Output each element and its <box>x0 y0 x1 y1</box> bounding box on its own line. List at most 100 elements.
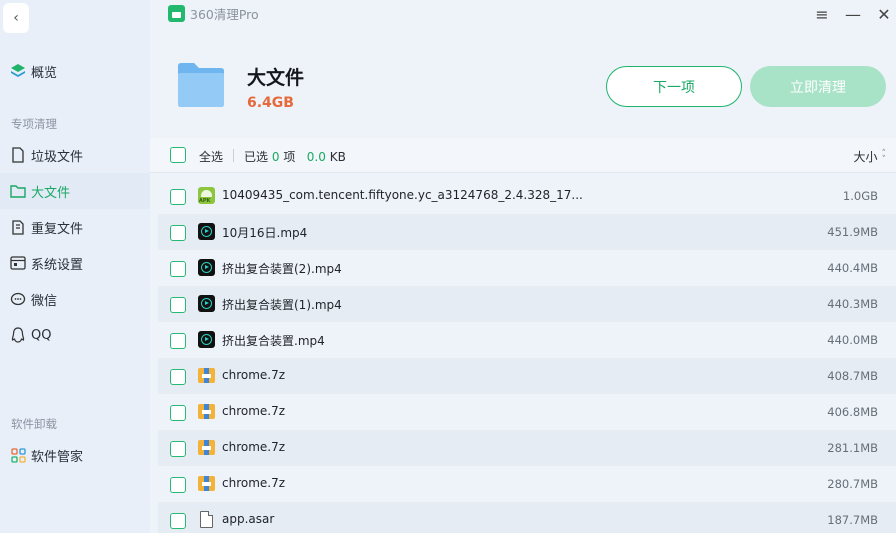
table-row[interactable]: chrome.7z 408.7MB <box>158 358 896 394</box>
file-name: 10月16日.mp4 <box>222 226 308 240</box>
window-title: 360清理Pro <box>168 4 259 23</box>
table-row[interactable]: chrome.7z 281.1MB <box>158 430 896 466</box>
close-icon: ✕ <box>877 4 891 24</box>
app-grid-icon <box>10 447 26 463</box>
count-unit: 项 <box>283 150 296 164</box>
row-checkbox[interactable] <box>170 261 186 277</box>
sidebar-item-large-files[interactable]: 大文件 <box>0 173 150 209</box>
table-row[interactable]: 挤出复合装置(1).mp4 440.3MB <box>158 286 896 322</box>
minimize-button[interactable]: — <box>842 3 864 25</box>
file-name: 挤出复合装置(2).mp4 <box>222 262 342 276</box>
folder-icon <box>10 183 26 199</box>
settings-window-icon <box>10 255 26 271</box>
sidebar-item-software-manager[interactable]: 软件管家 <box>0 437 150 473</box>
layers-icon <box>10 63 26 79</box>
select-all-checkbox[interactable] <box>170 147 186 163</box>
hamburger-icon: ≡ <box>815 4 829 24</box>
table-row[interactable]: chrome.7z 280.7MB <box>158 466 896 502</box>
file-name: 挤出复合装置(1).mp4 <box>222 298 342 312</box>
select-all-label[interactable]: 全选 <box>199 148 223 165</box>
file-name: chrome.7z <box>222 368 286 382</box>
file-name: 挤出复合装置.mp4 <box>222 334 325 348</box>
file-size: 408.7MB <box>827 369 878 383</box>
file-size: 187.7MB <box>827 513 878 527</box>
file-name: app.asar <box>222 512 275 526</box>
sidebar-item-qq[interactable]: QQ <box>0 317 150 353</box>
next-item-button[interactable]: 下一项 <box>606 66 742 107</box>
sidebar-item-label: 微信 <box>31 293 58 309</box>
app-logo-icon <box>168 5 185 22</box>
total-size: 6.4GB <box>247 95 294 111</box>
sort-arrows-icon: ˄ ˅ <box>881 148 887 165</box>
file-name: chrome.7z <box>222 404 286 418</box>
archive-file-icon <box>198 439 215 456</box>
qq-icon <box>10 327 26 343</box>
sidebar-item-label: 系统设置 <box>31 257 84 273</box>
table-row[interactable]: 挤出复合装置.mp4 440.0MB <box>158 322 896 358</box>
close-button[interactable]: ✕ <box>873 3 895 25</box>
sidebar-item-label: 重复文件 <box>31 221 84 237</box>
file-size: 440.4MB <box>827 261 878 275</box>
sidebar-item-duplicate-files[interactable]: 重复文件 <box>0 209 150 245</box>
app-title-text: 360清理Pro <box>190 7 259 22</box>
clean-now-button[interactable]: 立即清理 <box>750 66 886 107</box>
duplicate-file-icon <box>10 219 26 235</box>
archive-file-icon <box>198 475 215 492</box>
size-unit: KB <box>329 150 346 164</box>
back-button[interactable]: ‹ <box>3 3 29 33</box>
sidebar-item-label: 软件管家 <box>31 449 84 465</box>
row-checkbox[interactable] <box>170 297 186 313</box>
sidebar-item-wechat[interactable]: 微信 <box>0 281 150 317</box>
sidebar-item-label: 垃圾文件 <box>31 149 84 165</box>
chevron-left-icon: ‹ <box>13 10 19 26</box>
video-file-icon <box>198 259 215 276</box>
table-row[interactable]: 10月16日.mp4 451.9MB <box>158 214 896 250</box>
row-checkbox[interactable] <box>170 441 186 457</box>
page-title: 大文件 <box>247 67 305 89</box>
sidebar-item-overview[interactable]: 概览 <box>0 53 150 89</box>
row-checkbox[interactable] <box>170 477 186 493</box>
divider <box>233 149 234 162</box>
selected-count: 0 <box>271 150 280 164</box>
sidebar-item-junk-files[interactable]: 垃圾文件 <box>0 137 150 173</box>
menu-button[interactable]: ≡ <box>811 3 833 25</box>
file-list: 10409435_com.tencent.fiftyone.yc_a312476… <box>158 178 896 533</box>
selection-summary: 已选 0 项 0.0 KB <box>244 148 346 165</box>
table-row[interactable]: 挤出复合装置(2).mp4 440.4MB <box>158 250 896 286</box>
file-size: 281.1MB <box>827 441 878 455</box>
row-checkbox[interactable] <box>170 405 186 421</box>
row-checkbox[interactable] <box>170 333 186 349</box>
sidebar-item-system-settings[interactable]: 系统设置 <box>0 245 150 281</box>
video-file-icon <box>198 331 215 348</box>
video-file-icon <box>198 223 215 240</box>
row-checkbox[interactable] <box>170 369 186 385</box>
selected-prefix: 已选 <box>244 150 269 164</box>
file-size: 406.8MB <box>827 405 878 419</box>
file-size: 440.3MB <box>827 297 878 311</box>
section-label-uninstall: 软件卸载 <box>11 417 57 431</box>
archive-file-icon <box>198 403 215 420</box>
row-checkbox[interactable] <box>170 189 186 205</box>
sidebar: ‹ 概览 专项清理 垃圾文件 大文件 重复文件 系统设置 微信 QQ 软件卸载 … <box>0 0 150 533</box>
file-size: 440.0MB <box>827 333 878 347</box>
section-label-cleanup: 专项清理 <box>11 117 57 131</box>
table-row[interactable]: 10409435_com.tencent.fiftyone.yc_a312476… <box>158 178 896 214</box>
table-row[interactable]: chrome.7z 406.8MB <box>158 394 896 430</box>
file-size: 451.9MB <box>827 225 878 239</box>
archive-file-icon <box>198 367 215 384</box>
minimize-icon: — <box>845 4 861 24</box>
large-folder-icon <box>176 62 226 108</box>
row-checkbox[interactable] <box>170 513 186 529</box>
sidebar-item-label: 概览 <box>31 65 58 81</box>
file-name: chrome.7z <box>222 476 286 490</box>
row-checkbox[interactable] <box>170 225 186 241</box>
trash-file-icon <box>10 147 26 163</box>
sort-by-size[interactable]: 大小 ˄ ˅ <box>853 148 886 165</box>
file-size: 280.7MB <box>827 477 878 491</box>
apk-file-icon <box>198 187 215 204</box>
sidebar-item-label: QQ <box>31 327 52 343</box>
table-row[interactable]: app.asar 187.7MB <box>158 502 896 533</box>
sidebar-item-label: 大文件 <box>31 185 71 201</box>
selected-size: 0.0 <box>306 150 326 164</box>
generic-file-icon <box>198 511 215 528</box>
